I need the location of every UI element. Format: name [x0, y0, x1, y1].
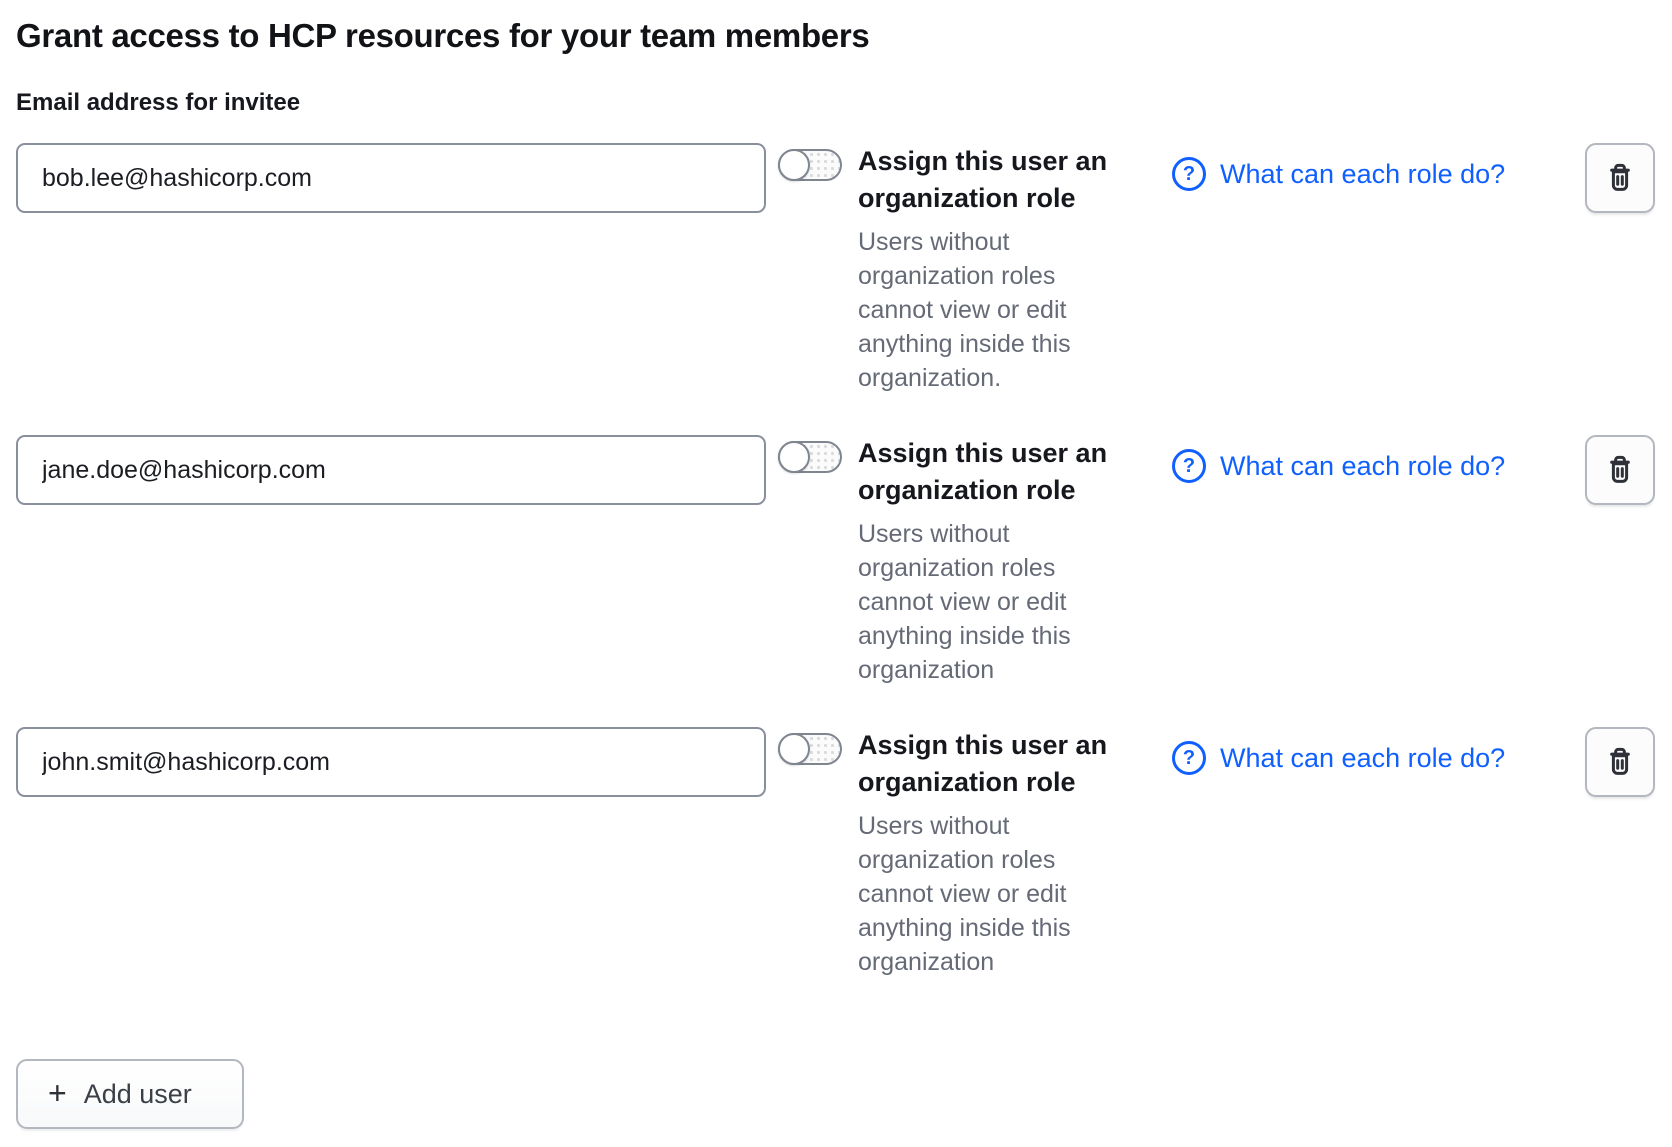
toggle-knob [778, 441, 810, 473]
toggle-knob [778, 733, 810, 765]
trash-icon [1602, 160, 1638, 196]
delete-invitee-button[interactable] [1585, 143, 1655, 213]
role-info-link[interactable]: ? What can each role do? [1172, 157, 1505, 191]
role-info-link[interactable]: ? What can each role do? [1172, 741, 1505, 775]
invite-row: Assign this user an organization role Us… [16, 143, 1655, 395]
org-role-toggle[interactable] [778, 733, 842, 765]
role-help-text: Users without organization roles cannot … [858, 809, 1116, 979]
email-address-label: Email address for invitee [16, 88, 1655, 118]
role-info-link[interactable]: ? What can each role do? [1172, 449, 1505, 483]
question-circle-icon: ? [1172, 741, 1206, 775]
invite-row: Assign this user an organization role Us… [16, 727, 1655, 979]
trash-icon [1602, 452, 1638, 488]
email-input[interactable] [16, 143, 766, 213]
role-toggle-label: Assign this user an organization role [858, 727, 1116, 801]
email-input[interactable] [16, 727, 766, 797]
add-user-button-label: Add user [84, 1079, 192, 1110]
trash-icon [1602, 744, 1638, 780]
delete-invitee-button[interactable] [1585, 727, 1655, 797]
org-role-toggle[interactable] [778, 441, 842, 473]
role-text-block: Assign this user an organization role Us… [858, 435, 1116, 687]
role-help-text: Users without organization roles cannot … [858, 225, 1116, 395]
role-info-link-label: What can each role do? [1220, 159, 1505, 190]
org-role-toggle[interactable] [778, 149, 842, 181]
role-toggle-label: Assign this user an organization role [858, 143, 1116, 217]
role-text-block: Assign this user an organization role Us… [858, 143, 1116, 395]
role-info-link-label: What can each role do? [1220, 451, 1505, 482]
role-info-link-label: What can each role do? [1220, 743, 1505, 774]
role-toggle-label: Assign this user an organization role [858, 435, 1116, 509]
plus-icon: + [48, 1077, 67, 1109]
email-input[interactable] [16, 435, 766, 505]
page-title: Grant access to HCP resources for your t… [16, 16, 1655, 56]
add-user-button[interactable]: + Add user [16, 1059, 244, 1129]
toggle-knob [778, 149, 810, 181]
question-circle-icon: ? [1172, 157, 1206, 191]
role-help-text: Users without organization roles cannot … [858, 517, 1116, 687]
role-text-block: Assign this user an organization role Us… [858, 727, 1116, 979]
question-circle-icon: ? [1172, 449, 1206, 483]
invite-users-form: Grant access to HCP resources for your t… [0, 0, 1672, 1147]
invite-row: Assign this user an organization role Us… [16, 435, 1655, 687]
delete-invitee-button[interactable] [1585, 435, 1655, 505]
